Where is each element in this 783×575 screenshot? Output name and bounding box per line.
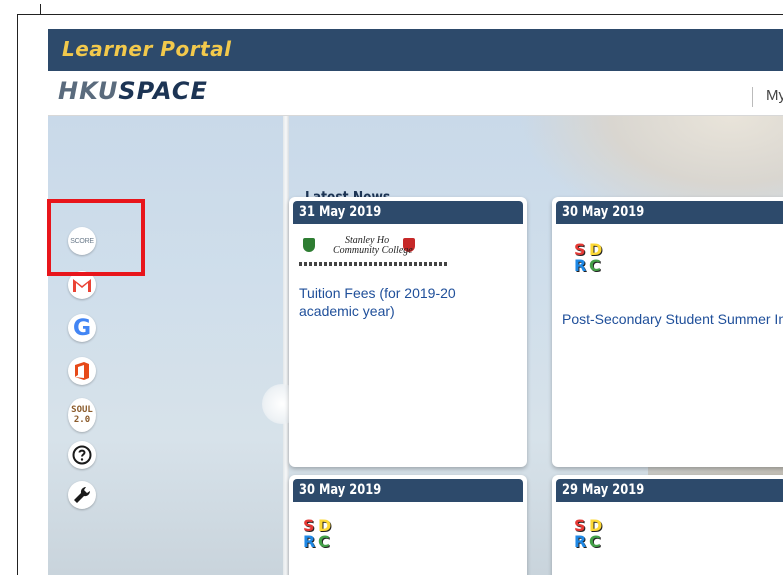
college-name-line2: Community College	[333, 245, 413, 256]
window-edge-tick	[40, 4, 41, 14]
news-card-date: 29 May 2019	[556, 479, 783, 502]
gmail-glyph	[73, 279, 91, 292]
news-card-body: S D R C	[552, 502, 783, 560]
sdrc-letter-r: R	[574, 532, 587, 551]
soul-label-line1: SOUL	[71, 405, 93, 415]
sdrc-logo: S D R C	[303, 516, 335, 551]
browser-viewport: Learner Portal HKUSPACE My SCORE G SOUL …	[17, 14, 783, 575]
news-card-date: 30 May 2019	[556, 201, 783, 224]
news-card-date: 30 May 2019	[293, 479, 523, 502]
question-mark-glyph	[72, 445, 92, 465]
sdrc-letter-c: C	[318, 532, 330, 551]
soul-icon[interactable]: SOUL 2.0	[68, 398, 96, 432]
office-icon[interactable]	[68, 357, 96, 385]
news-card[interactable]: 30 May 2019 S D R C Post-Secondary Stude…	[552, 197, 783, 467]
college-name: Stanley Ho Community College	[333, 236, 413, 256]
news-card[interactable]: 30 May 2019 S D R C	[289, 475, 527, 575]
help-icon[interactable]	[68, 441, 96, 469]
highlight-box	[47, 199, 145, 276]
sdrc-letter-c: C	[589, 532, 601, 551]
brand-hku-text: HKU	[58, 77, 119, 105]
news-card[interactable]: 29 May 2019 S D R C	[552, 475, 783, 575]
hkuspace-logo[interactable]: HKUSPACE	[58, 77, 208, 105]
news-card[interactable]: 31 May 2019 Stanley Ho Community College…	[289, 197, 527, 467]
sdrc-letter-c: C	[589, 256, 601, 275]
college-crest-left	[303, 238, 315, 252]
news-card-date-text: 30 May 2019	[299, 482, 382, 498]
google-icon[interactable]: G	[68, 314, 96, 342]
brand-space-text: SPACE	[118, 77, 208, 105]
news-card-title[interactable]: Tuition Fees (for 2019-20 academic year)	[299, 284, 517, 320]
nav-divider	[752, 87, 753, 107]
soul-label-line2: 2.0	[73, 415, 91, 425]
news-card-body: S D R C Post-Secondary Student Summer In…	[552, 224, 783, 338]
portal-header: Learner Portal	[48, 29, 783, 71]
sdrc-logo: S D R C	[574, 516, 606, 551]
news-card-date-text: 31 May 2019	[299, 204, 382, 220]
news-card-date: 31 May 2019	[293, 201, 523, 224]
sdrc-letter-r: R	[303, 532, 316, 551]
news-card-title[interactable]: Post-Secondary Student Summer Internship…	[562, 310, 783, 328]
my-menu-link[interactable]: My	[766, 87, 783, 104]
portal-title: Learner Portal	[62, 37, 232, 61]
college-logo-stripe	[299, 262, 447, 266]
brand-bar: HKUSPACE My	[48, 71, 783, 116]
soul-label: SOUL 2.0	[71, 405, 93, 425]
wrench-glyph	[74, 486, 91, 503]
wrench-icon[interactable]	[68, 481, 96, 509]
sdrc-logo: S D R C	[574, 240, 606, 275]
news-card-body: S D R C	[289, 502, 527, 560]
news-card-date-text: 29 May 2019	[562, 482, 645, 498]
college-logo: Stanley Ho Community College	[299, 236, 449, 270]
sdrc-letter-r: R	[574, 256, 587, 275]
news-card-body: Stanley Ho Community College Tuition Fee…	[289, 224, 527, 330]
news-card-date-text: 30 May 2019	[562, 204, 645, 220]
google-letter: G	[72, 315, 92, 341]
office-glyph	[75, 362, 89, 380]
